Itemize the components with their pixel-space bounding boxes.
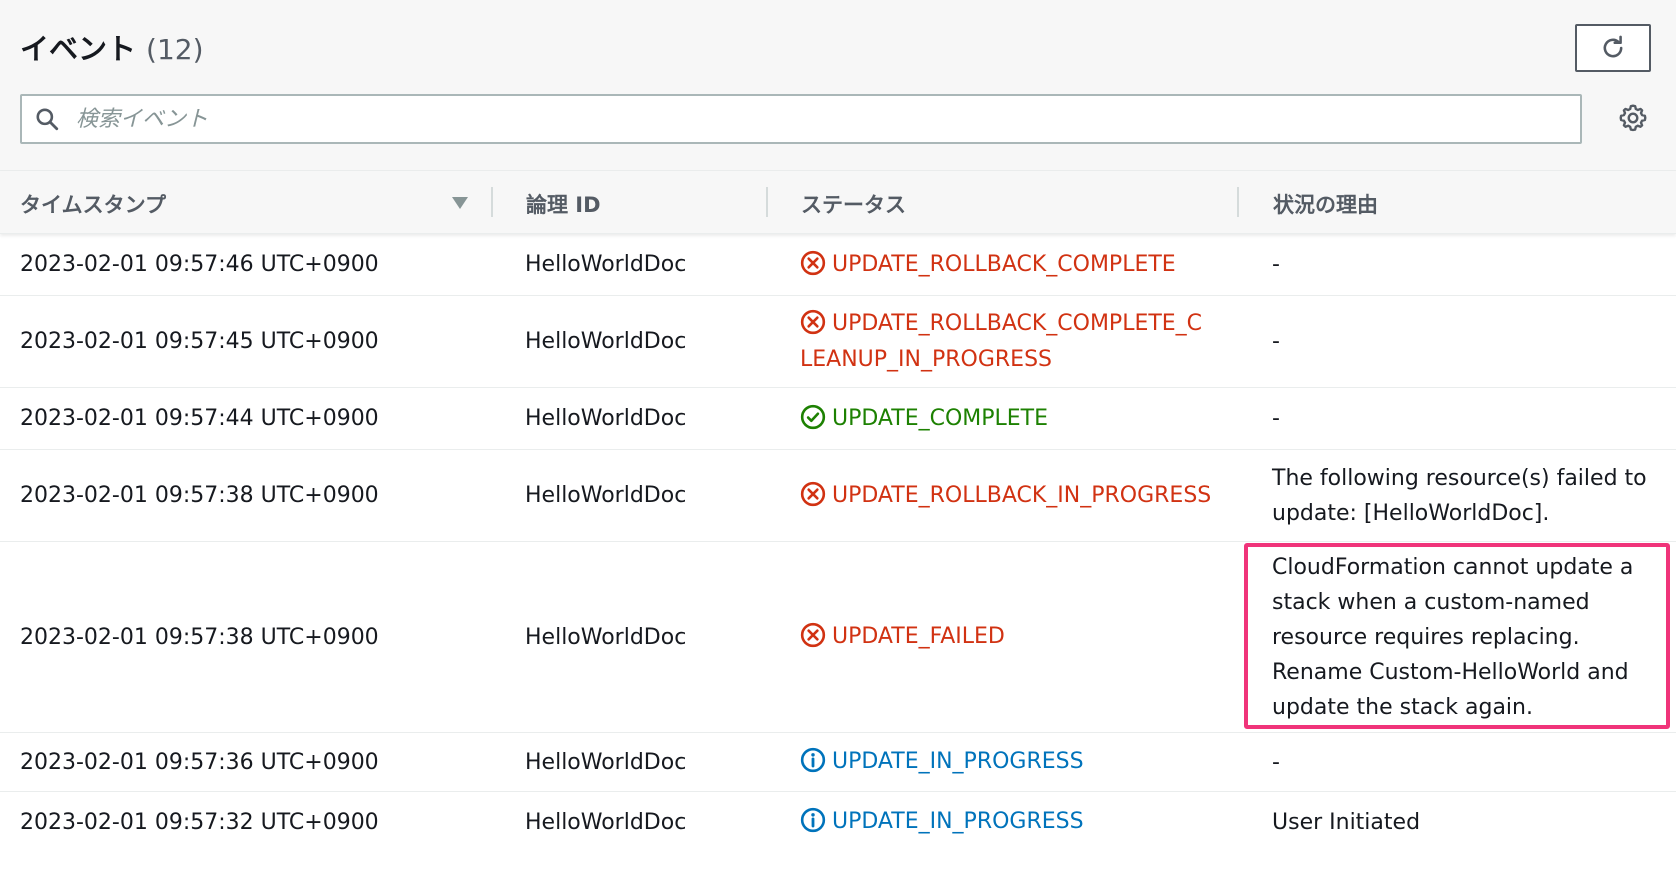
status-text: UPDATE_ROLLBACK_COMPLETE_CLEANUP_IN_PROG… [800, 310, 1203, 372]
column-divider[interactable] [491, 187, 493, 217]
reason-cell: The following resource(s) failed to upda… [1272, 465, 1647, 526]
refresh-icon [1603, 35, 1623, 58]
gear-icon[interactable] [1617, 102, 1649, 134]
reason-cell: - [1272, 406, 1280, 431]
info-circle-icon [800, 807, 826, 833]
status-cell: UPDATE_FAILED [800, 542, 1220, 732]
status-cell: UPDATE_COMPLETE [800, 388, 1220, 449]
reason-cell: - [1272, 252, 1280, 277]
timestamp-cell: 2023-02-01 09:57:45 UTC+0900 [20, 329, 379, 354]
status-text: UPDATE_ROLLBACK_IN_PROGRESS [832, 482, 1212, 508]
timestamp-cell: 2023-02-01 09:57:46 UTC+0900 [20, 252, 379, 277]
reason-cell: - [1272, 329, 1280, 354]
status-badge: UPDATE_ROLLBACK_COMPLETE [800, 247, 1176, 283]
reason-cell: - [1272, 749, 1280, 775]
info-circle-icon [800, 747, 826, 773]
title-text: イベント [20, 32, 137, 66]
table-header: タイムスタンプ 論理 ID ステータス 状況の理由 [0, 171, 1676, 234]
table-row: 2023-02-01 09:57:36 UTC+0900 HelloWorldD… [0, 733, 1676, 792]
status-text: UPDATE_FAILED [832, 624, 1005, 649]
timestamp-cell: 2023-02-01 09:57:36 UTC+0900 [20, 749, 379, 775]
reason-cell: User Initiated [1272, 809, 1421, 835]
logical-id-cell: HelloWorldDoc [525, 329, 687, 354]
table-row: 2023-02-01 09:57:38 UTC+0900 HelloWorldD… [0, 450, 1676, 542]
x-circle-icon [800, 250, 826, 275]
logical-id-cell: HelloWorldDoc [525, 624, 687, 650]
x-circle-icon [800, 622, 826, 648]
search-input[interactable] [74, 96, 1580, 142]
sort-descending-icon[interactable] [452, 197, 468, 209]
table-row: 2023-02-01 09:57:45 UTC+0900 HelloWorldD… [0, 296, 1676, 388]
status-badge: UPDATE_ROLLBACK_COMPLETE_CLEANUP_IN_PROG… [800, 306, 1210, 378]
refresh-button[interactable] [1575, 24, 1651, 72]
timestamp-cell: 2023-02-01 09:57:32 UTC+0900 [20, 809, 379, 835]
x-circle-icon [800, 309, 826, 334]
status-badge: UPDATE_FAILED [800, 619, 1005, 655]
table-row: 2023-02-01 09:57:38 UTC+0900 HelloWorldD… [0, 542, 1676, 733]
column-divider[interactable] [1237, 187, 1239, 217]
logical-id-cell: HelloWorldDoc [525, 749, 687, 775]
column-header-status: ステータス [801, 193, 906, 217]
status-badge: UPDATE_IN_PROGRESS [800, 804, 1084, 840]
status-cell: UPDATE_ROLLBACK_COMPLETE [800, 234, 1220, 295]
search-box [20, 94, 1582, 144]
status-cell: UPDATE_IN_PROGRESS [800, 792, 1220, 852]
timestamp-cell: 2023-02-01 09:57:44 UTC+0900 [20, 406, 379, 431]
status-text: UPDATE_COMPLETE [832, 405, 1049, 431]
timestamp-cell: 2023-02-01 09:57:38 UTC+0900 [20, 483, 379, 508]
logical-id-cell: HelloWorldDoc [525, 809, 687, 835]
column-divider[interactable] [766, 187, 768, 217]
status-badge: UPDATE_IN_PROGRESS [800, 744, 1084, 780]
events-header: イベント (12) [0, 0, 1676, 171]
status-cell: UPDATE_IN_PROGRESS [800, 733, 1220, 791]
status-cell: UPDATE_ROLLBACK_COMPLETE_CLEANUP_IN_PROG… [800, 296, 1220, 387]
x-circle-icon [800, 481, 826, 506]
column-header-logical-id: 論理 ID [526, 193, 601, 217]
table-row: 2023-02-01 09:57:44 UTC+0900 HelloWorldD… [0, 388, 1676, 450]
table-row: 2023-02-01 09:57:46 UTC+0900 HelloWorldD… [0, 234, 1676, 296]
status-cell: UPDATE_ROLLBACK_IN_PROGRESS [800, 450, 1220, 541]
column-header-reason: 状況の理由 [1273, 193, 1378, 217]
table-row: 2023-02-01 09:57:32 UTC+0900 HelloWorldD… [0, 792, 1676, 852]
event-count: (12) [146, 33, 204, 66]
status-badge: UPDATE_ROLLBACK_IN_PROGRESS [800, 478, 1211, 514]
logical-id-cell: HelloWorldDoc [525, 483, 687, 508]
check-circle-icon [800, 404, 826, 429]
logical-id-cell: HelloWorldDoc [525, 406, 687, 431]
status-badge: UPDATE_COMPLETE [800, 401, 1048, 437]
page-title: イベント (12) [20, 26, 204, 68]
status-text: UPDATE_IN_PROGRESS [832, 749, 1084, 774]
events-table: 2023-02-01 09:57:46 UTC+0900 HelloWorldD… [0, 234, 1676, 852]
column-header-timestamp[interactable]: タイムスタンプ [20, 189, 166, 219]
search-icon [34, 106, 60, 132]
reason-cell: CloudFormation cannot update a stack whe… [1272, 554, 1634, 720]
timestamp-cell: 2023-02-01 09:57:38 UTC+0900 [20, 624, 379, 650]
logical-id-cell: HelloWorldDoc [525, 252, 687, 277]
status-text: UPDATE_IN_PROGRESS [832, 809, 1084, 834]
status-text: UPDATE_ROLLBACK_COMPLETE [832, 251, 1176, 277]
